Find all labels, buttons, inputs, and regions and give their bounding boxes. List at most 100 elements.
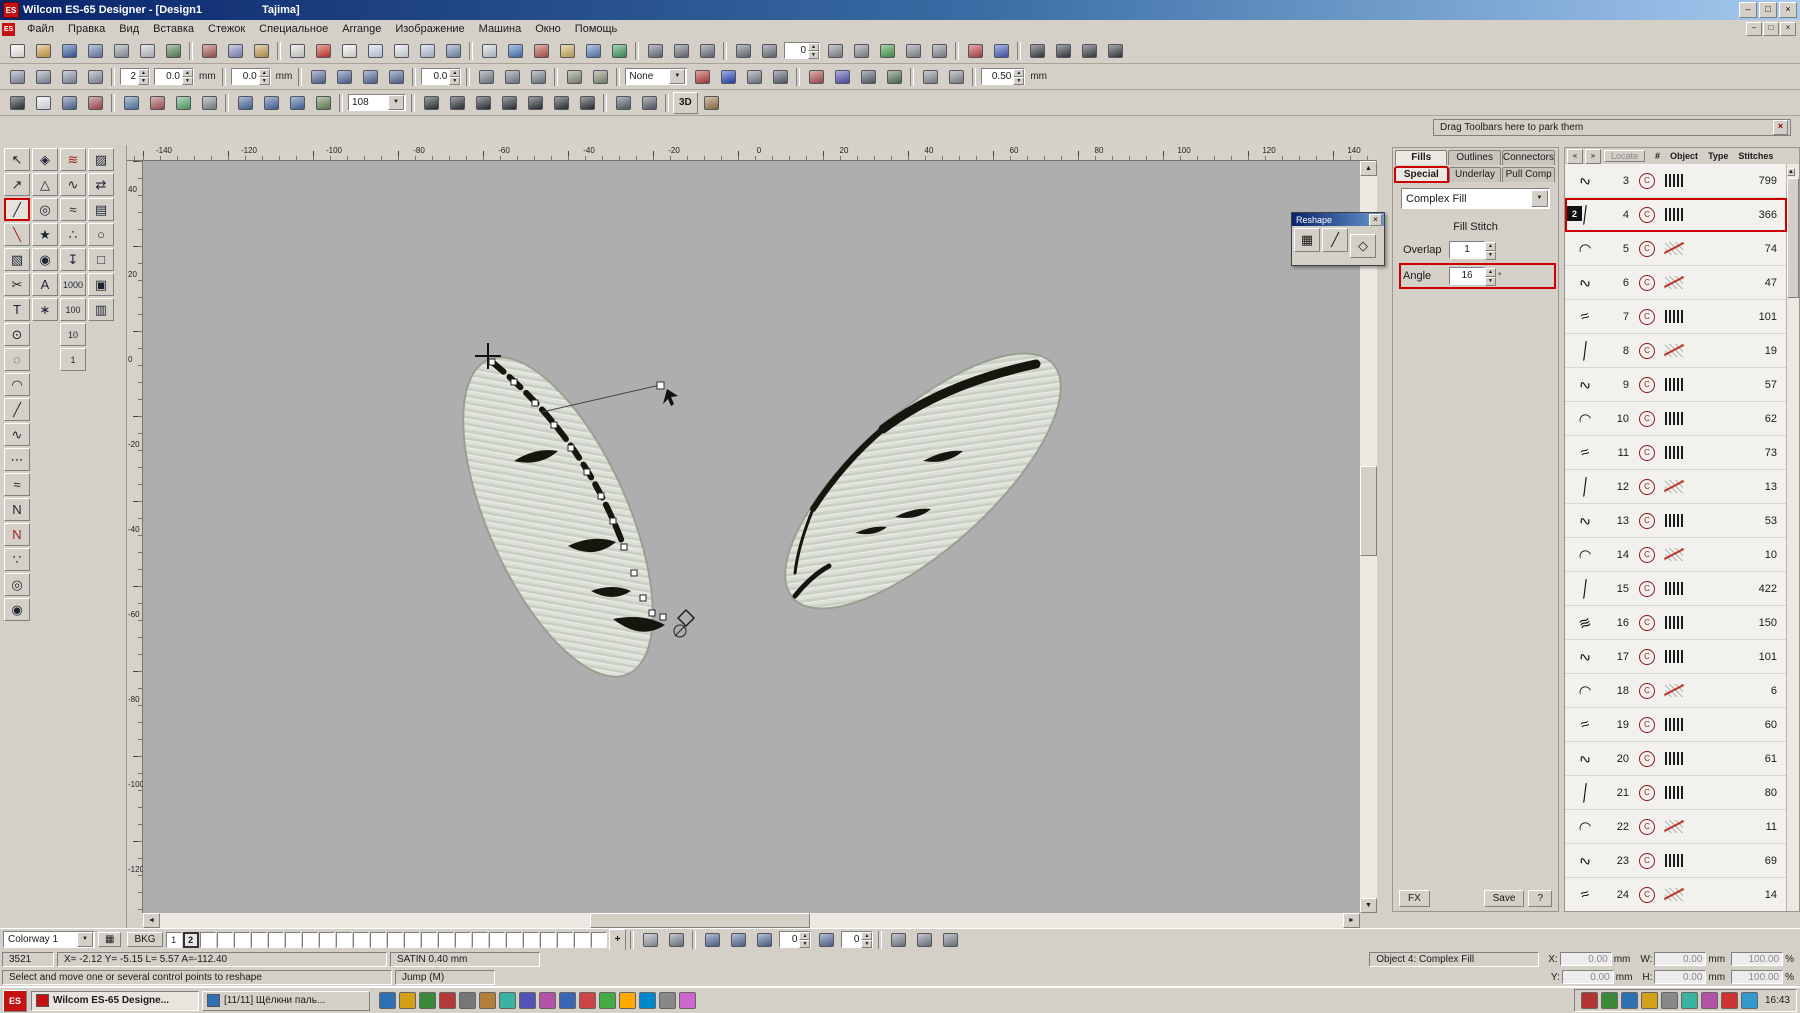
select-previous-icon[interactable] xyxy=(57,66,81,88)
stitch-length-field[interactable]: 0.50 ▲ ▼ xyxy=(981,68,1026,85)
reshape-node[interactable] xyxy=(609,517,617,525)
color-picker-icon[interactable] xyxy=(882,66,906,88)
lettering-tool[interactable]: A xyxy=(32,273,58,296)
globe-tool[interactable]: ◉ xyxy=(32,248,58,271)
select-tool[interactable]: ↖ xyxy=(4,148,30,171)
color-chip-empty[interactable] xyxy=(250,931,267,948)
object-row-19[interactable]: ≈19 C 60 xyxy=(1565,708,1787,742)
run-tool[interactable]: ∿ xyxy=(60,173,86,196)
pattern-tool[interactable]: ▥ xyxy=(88,298,114,321)
color-chip-empty[interactable] xyxy=(352,931,369,948)
qs-app-11[interactable] xyxy=(579,992,596,1009)
shape-circle-icon[interactable] xyxy=(145,92,169,114)
object-row-23[interactable]: ∿ 23 C 69 xyxy=(1565,844,1787,878)
rect-tool[interactable]: □ xyxy=(88,248,114,271)
scale-1-button[interactable]: 1 xyxy=(60,348,86,371)
color-chip-empty[interactable] xyxy=(199,931,216,948)
angle-field[interactable]: 16 xyxy=(1449,267,1485,285)
menu-item-special[interactable]: Специальное xyxy=(252,21,335,37)
object-row-18[interactable]: ◠ 18 C 6 xyxy=(1565,674,1787,708)
letter-envelope-icon[interactable] xyxy=(1103,40,1127,62)
pencil-outline-icon[interactable] xyxy=(830,66,854,88)
reshape-node[interactable] xyxy=(550,421,558,429)
qs-app-10[interactable] xyxy=(559,992,576,1009)
color-chip-empty[interactable] xyxy=(471,931,488,948)
open-design-icon[interactable] xyxy=(31,40,55,62)
pan-icon[interactable] xyxy=(311,92,335,114)
h-field[interactable]: 0.00 xyxy=(1654,970,1707,984)
ellipse-outline-tool-icon[interactable] xyxy=(337,40,361,62)
rotate-value-spinner[interactable]: ▲ ▼ xyxy=(799,932,811,948)
scale-100-button[interactable]: 100 xyxy=(60,298,86,321)
design-tool[interactable]: ◈ xyxy=(32,148,58,171)
machine-end-icon[interactable] xyxy=(927,40,951,62)
color-dot-blue-icon[interactable] xyxy=(716,66,740,88)
qs-app-14[interactable] xyxy=(639,992,656,1009)
object-row-16[interactable]: ≋ 16 C 150 xyxy=(1565,606,1787,640)
object-scroll-thumb[interactable] xyxy=(1787,178,1799,298)
guidelines-icon[interactable] xyxy=(526,66,550,88)
export-machine-file-icon[interactable] xyxy=(83,40,107,62)
skew-value-field[interactable]: 0 ▲ ▼ xyxy=(841,931,874,948)
reshape-straighten-button[interactable]: ╱ xyxy=(1322,228,1348,252)
polygon-tool[interactable]: △ xyxy=(32,173,58,196)
right-wing-object[interactable] xyxy=(747,313,1098,648)
color-chip-empty[interactable] xyxy=(284,931,301,948)
overview-window-icon[interactable] xyxy=(886,929,910,951)
align-right-icon[interactable] xyxy=(695,40,719,62)
menu-item-arrange[interactable]: Arrange xyxy=(335,21,388,37)
flip-vertical-icon[interactable] xyxy=(726,929,750,951)
shape-star-icon[interactable] xyxy=(171,92,195,114)
rotate-ccw-icon[interactable] xyxy=(752,929,776,951)
h-scroll-thumb[interactable] xyxy=(590,913,810,928)
zigzag-stitch-icon[interactable] xyxy=(471,92,495,114)
grid-snap-icon[interactable] xyxy=(500,66,524,88)
write-to-card-icon[interactable] xyxy=(161,40,185,62)
select-objects-icon[interactable] xyxy=(5,66,29,88)
color-chip-empty[interactable] xyxy=(420,931,437,948)
arc-tool[interactable]: ◠ xyxy=(4,373,30,396)
color-chip-empty[interactable] xyxy=(335,931,352,948)
save-button[interactable]: Save xyxy=(1483,890,1525,907)
color-chip-empty[interactable] xyxy=(318,931,335,948)
line-run-tool[interactable]: ╱ xyxy=(4,398,30,421)
satin-stitch-icon[interactable] xyxy=(419,92,443,114)
design-properties-icon[interactable] xyxy=(938,929,962,951)
grid-pointer-tool-icon[interactable] xyxy=(415,40,439,62)
skew-icon[interactable] xyxy=(814,929,838,951)
dots-tool[interactable]: ∴ xyxy=(60,223,86,246)
stitch-length-spinner[interactable]: ▲ ▼ xyxy=(1013,69,1025,85)
tab-fills[interactable]: Fills xyxy=(1395,150,1448,165)
close-button[interactable]: × xyxy=(1779,2,1797,18)
machine-forward-icon[interactable] xyxy=(901,40,925,62)
scale-x-field[interactable]: 100.00 xyxy=(1731,952,1784,966)
compass-tool[interactable]: ⊙ xyxy=(4,323,30,346)
grid-settings-icon[interactable] xyxy=(581,40,605,62)
landscape-red-icon[interactable] xyxy=(529,40,553,62)
menu-item-file[interactable]: Файл xyxy=(20,21,61,37)
chevron-down-icon[interactable]: ▼ xyxy=(388,95,404,110)
reshape-views-icon[interactable] xyxy=(57,92,81,114)
open-object-icon[interactable] xyxy=(285,40,309,62)
hoop-show-icon[interactable] xyxy=(562,66,586,88)
color-chip-empty[interactable] xyxy=(573,931,590,948)
collapse-panel-icon[interactable]: « xyxy=(1567,148,1583,164)
menu-item-help[interactable]: Помощь xyxy=(568,21,625,37)
qs-app-8[interactable] xyxy=(519,992,536,1009)
object-row-15[interactable]: ╱ 15 C 422 xyxy=(1565,572,1787,606)
park-close-icon[interactable]: × xyxy=(1773,120,1788,135)
help-button[interactable]: ? xyxy=(1528,890,1552,907)
qs-app-2[interactable] xyxy=(399,992,416,1009)
reshape-node[interactable] xyxy=(510,378,518,386)
object-row-10[interactable]: ◠ 10 C 62 xyxy=(1565,402,1787,436)
reshape-node[interactable] xyxy=(531,399,539,407)
object-row-21[interactable]: ╱ 21 C 80 xyxy=(1565,776,1787,810)
pencil-stitch-icon[interactable] xyxy=(804,66,828,88)
color-chip-empty[interactable] xyxy=(267,931,284,948)
taskbar-task-wilcom[interactable]: Wilcom ES-65 Designe... xyxy=(31,990,199,1011)
menu-item-image[interactable]: Изображение xyxy=(388,21,471,37)
grid-spacing-spinner[interactable]: ▲ ▼ xyxy=(138,69,149,85)
color-grid-icon[interactable] xyxy=(742,66,766,88)
reshape-add-node-button[interactable]: ◇ xyxy=(1350,234,1376,258)
paste-icon[interactable] xyxy=(249,40,273,62)
